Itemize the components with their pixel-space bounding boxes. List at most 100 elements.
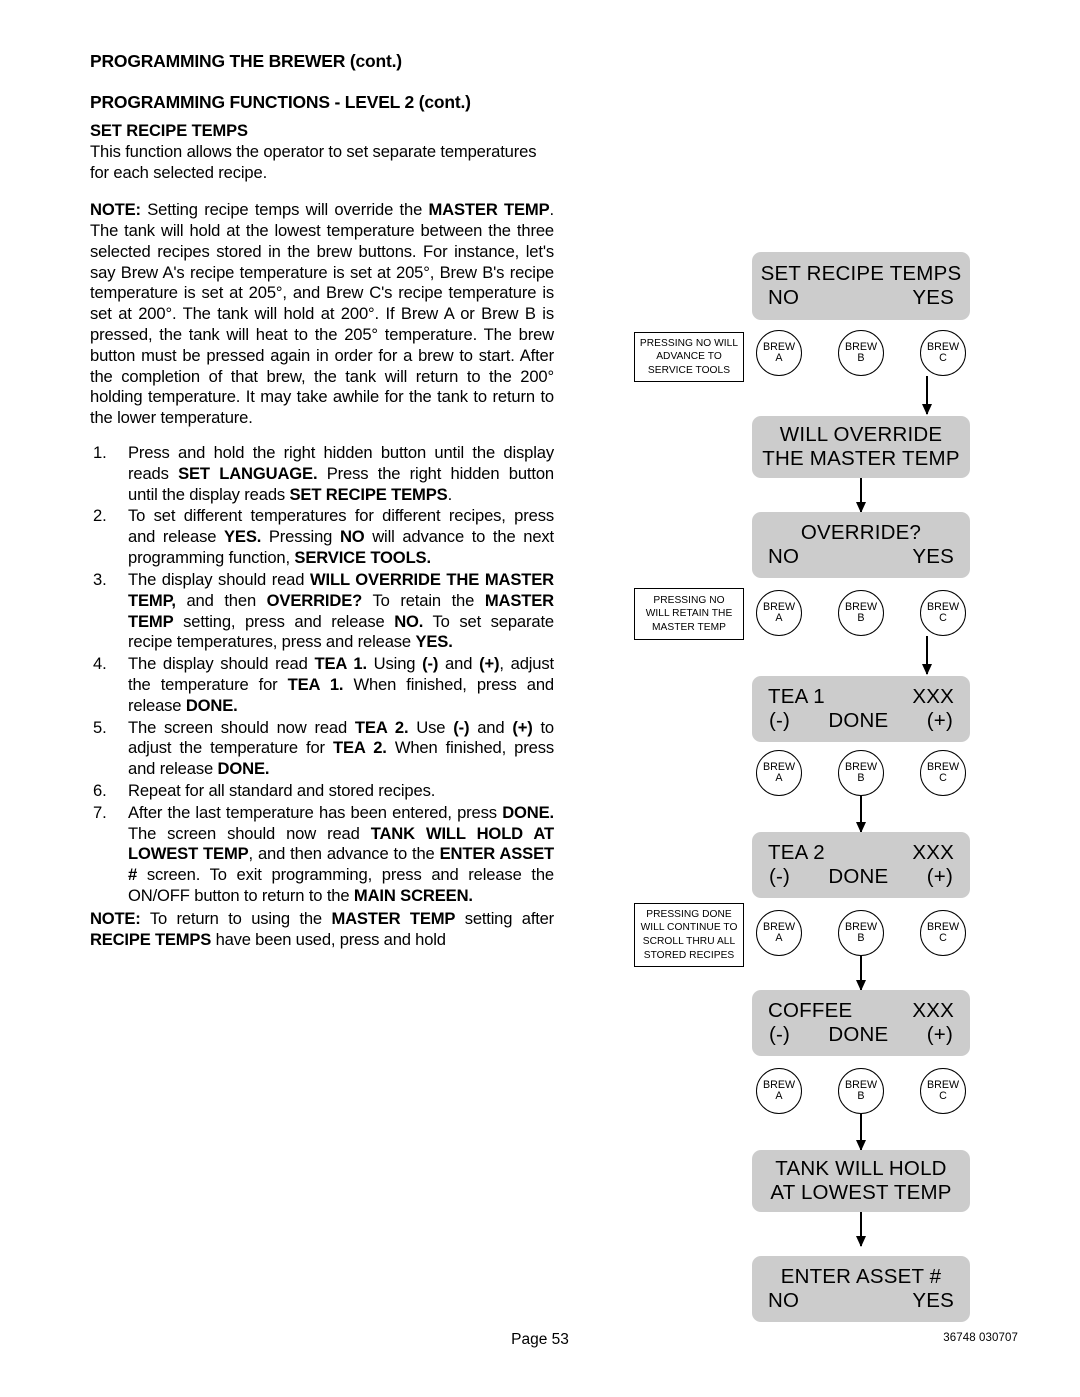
brew-button-a-line2: A bbox=[775, 772, 783, 784]
screen-coffee-controls: (-) DONE (+) bbox=[752, 1023, 970, 1047]
brew-button-c-line2: C bbox=[939, 612, 947, 624]
brew-button-row-4: BREW A BREW B BREW C bbox=[752, 910, 970, 956]
brew-button-row-1: BREW A BREW B BREW C bbox=[752, 330, 970, 376]
step-2-text: To set different temperatures for differ… bbox=[128, 506, 555, 568]
brew-button-row-3: BREW A BREW B BREW C bbox=[752, 750, 970, 796]
brew-button-a[interactable]: BREW A bbox=[756, 590, 802, 636]
callout-service-tools-line3: SERVICE TOOLS bbox=[647, 364, 731, 376]
screen-tea-1: TEA 1 XXX (-) DONE (+) bbox=[752, 676, 970, 742]
brew-button-b[interactable]: BREW B bbox=[838, 750, 884, 796]
section-intro: This function allows the operator to set… bbox=[90, 142, 554, 184]
screen-enter-asset-line1: ENTER ASSET # bbox=[780, 1265, 942, 1289]
step-7: 7. After the last temperature has been en… bbox=[90, 803, 554, 907]
brew-button-c[interactable]: BREW C bbox=[920, 1068, 966, 1114]
callout-service-tools: PRESSING NO WILL ADVANCE TO SERVICE TOOL… bbox=[634, 332, 744, 382]
document-code: 36748 030707 bbox=[943, 1332, 1018, 1344]
screen-tea-2-done: DONE bbox=[828, 865, 889, 888]
brew-button-a-line2: A bbox=[775, 612, 783, 624]
screen-tea-1-controls: (-) DONE (+) bbox=[752, 709, 970, 733]
step-3-text: The display should read WILL OVERRIDE TH… bbox=[128, 569, 554, 652]
note-top: NOTE: Setting recipe temps will override… bbox=[90, 200, 554, 429]
callout-retain-master: PRESSING NO WILL RETAIN THE MASTER TEMP bbox=[634, 588, 744, 640]
brew-button-b[interactable]: BREW B bbox=[838, 1068, 884, 1114]
screen-coffee-line1: COFFEE XXX bbox=[752, 999, 970, 1023]
screen-enter-asset: ENTER ASSET # NO YES bbox=[752, 1256, 970, 1322]
step-5-text: The screen should now read TEA 2. Use (-… bbox=[128, 717, 555, 779]
brew-button-a[interactable]: BREW A bbox=[756, 910, 802, 956]
screen-set-recipe-temps: SET RECIPE TEMPS NO YES bbox=[752, 252, 970, 320]
step-5-number: 5. bbox=[93, 717, 107, 737]
screen-will-override-line2: THE MASTER TEMP bbox=[762, 447, 960, 470]
section-intro-text: This function allows the operator to set… bbox=[90, 142, 537, 183]
section-title-text: SET RECIPE TEMPS bbox=[90, 121, 248, 140]
screen-override-line1: OVERRIDE? bbox=[800, 521, 922, 545]
callout-scroll-recipes-line4: STORED RECIPES bbox=[643, 949, 735, 961]
brew-button-c[interactable]: BREW C bbox=[920, 330, 966, 376]
screen-coffee: COFFEE XXX (-) DONE (+) bbox=[752, 990, 970, 1056]
brew-button-a[interactable]: BREW A bbox=[756, 330, 802, 376]
screen-coffee-label: COFFEE bbox=[768, 999, 853, 1023]
note-top-label: NOTE: bbox=[90, 200, 141, 220]
brew-button-row-2: BREW A BREW B BREW C bbox=[752, 590, 970, 636]
screen-enter-asset-no: NO bbox=[768, 1289, 800, 1312]
page-header-main-text: PROGRAMMING THE BREWER (cont.) bbox=[90, 51, 402, 71]
brew-button-b[interactable]: BREW B bbox=[838, 590, 884, 636]
page-header-sub: PROGRAMMING FUNCTIONS - LEVEL 2 (cont.) bbox=[90, 93, 554, 112]
step-6-text: Repeat for all standard and stored recip… bbox=[128, 781, 436, 801]
brew-button-c[interactable]: BREW C bbox=[920, 910, 966, 956]
arrow-brewb-to-tank-hold bbox=[860, 1114, 862, 1150]
callout-retain-master-line1: PRESSING NO bbox=[653, 594, 725, 606]
screen-coffee-plus: (+) bbox=[926, 1023, 953, 1046]
callout-retain-master-line2: WILL RETAIN THE bbox=[645, 608, 733, 620]
callout-service-tools-line2: ADVANCE TO bbox=[656, 351, 722, 363]
brew-button-c[interactable]: BREW C bbox=[920, 750, 966, 796]
arrow-brewb-to-tea2 bbox=[860, 796, 862, 832]
document-code-text: 36748 030707 bbox=[943, 1332, 1018, 1344]
screen-tea-1-minus: (-) bbox=[769, 709, 791, 732]
callout-scroll-recipes-line1: PRESSING DONE bbox=[646, 908, 732, 920]
brew-button-a[interactable]: BREW A bbox=[756, 1068, 802, 1114]
brew-button-a[interactable]: BREW A bbox=[756, 750, 802, 796]
screen-tea-1-line1: TEA 1 XXX bbox=[752, 685, 970, 709]
callout-scroll-recipes-line3: SCROLL THRU ALL bbox=[642, 936, 736, 947]
arrow-brewb-to-coffee bbox=[860, 956, 862, 990]
step-7-text: After the last temperature has been ente… bbox=[128, 802, 554, 906]
page-header-sub-text: PROGRAMMING FUNCTIONS - LEVEL 2 (cont.) bbox=[90, 92, 471, 113]
screen-override: OVERRIDE? NO YES bbox=[752, 512, 970, 578]
brew-button-c-line2: C bbox=[939, 932, 947, 944]
screen-tea-2-line1: TEA 2 XXX bbox=[752, 841, 970, 865]
brew-button-b[interactable]: BREW B bbox=[838, 330, 884, 376]
manual-page: PROGRAMMING THE BREWER (cont.) PROGRAMMI… bbox=[0, 0, 1080, 1397]
screen-override-options: NO YES bbox=[752, 545, 970, 569]
arrow-brewc-to-will-override bbox=[926, 376, 928, 414]
screen-set-recipe-temps-yes: YES bbox=[912, 286, 954, 309]
step-4-number: 4. bbox=[93, 654, 107, 674]
screen-tea-2-value: XXX bbox=[912, 841, 954, 865]
brew-button-b-line2: B bbox=[857, 612, 865, 624]
screen-tea-2: TEA 2 XXX (-) DONE (+) bbox=[752, 832, 970, 898]
screen-tea-1-value: XXX bbox=[912, 685, 954, 709]
note-top-text: Setting recipe temps will override the M… bbox=[90, 200, 554, 428]
brew-button-a-line2: A bbox=[775, 932, 783, 944]
brew-button-c[interactable]: BREW C bbox=[920, 590, 966, 636]
brew-button-b[interactable]: BREW B bbox=[838, 910, 884, 956]
screen-tea-1-plus: (+) bbox=[926, 709, 953, 732]
brew-button-row-5: BREW A BREW B BREW C bbox=[752, 1068, 970, 1114]
screen-tea-2-plus: (+) bbox=[926, 865, 953, 888]
callout-retain-master-line3: MASTER TEMP bbox=[652, 621, 726, 633]
page-header-main: PROGRAMMING THE BREWER (cont.) bbox=[90, 51, 554, 71]
screen-tea-2-minus: (-) bbox=[769, 865, 791, 888]
callout-scroll-recipes: PRESSING DONE WILL CONTINUE TO SCROLL TH… bbox=[634, 903, 744, 967]
screen-tea-2-controls: (-) DONE (+) bbox=[752, 865, 970, 889]
brew-button-b-line2: B bbox=[857, 352, 865, 364]
screen-coffee-minus: (-) bbox=[769, 1023, 791, 1046]
step-5: 5. The screen should now read TEA 2. Use … bbox=[90, 718, 554, 780]
arrow-brewc-to-tea1 bbox=[926, 636, 928, 674]
step-3-number: 3. bbox=[93, 569, 107, 589]
step-2: 2. To set different temperatures for diff… bbox=[90, 506, 554, 568]
screen-coffee-done: DONE bbox=[828, 1023, 889, 1046]
step-6-number: 6. bbox=[93, 781, 107, 801]
screen-tank-will-hold: TANK WILL HOLD AT LOWEST TEMP bbox=[752, 1150, 970, 1212]
brew-button-b-line2: B bbox=[857, 772, 865, 784]
brew-button-c-line2: C bbox=[939, 772, 947, 784]
